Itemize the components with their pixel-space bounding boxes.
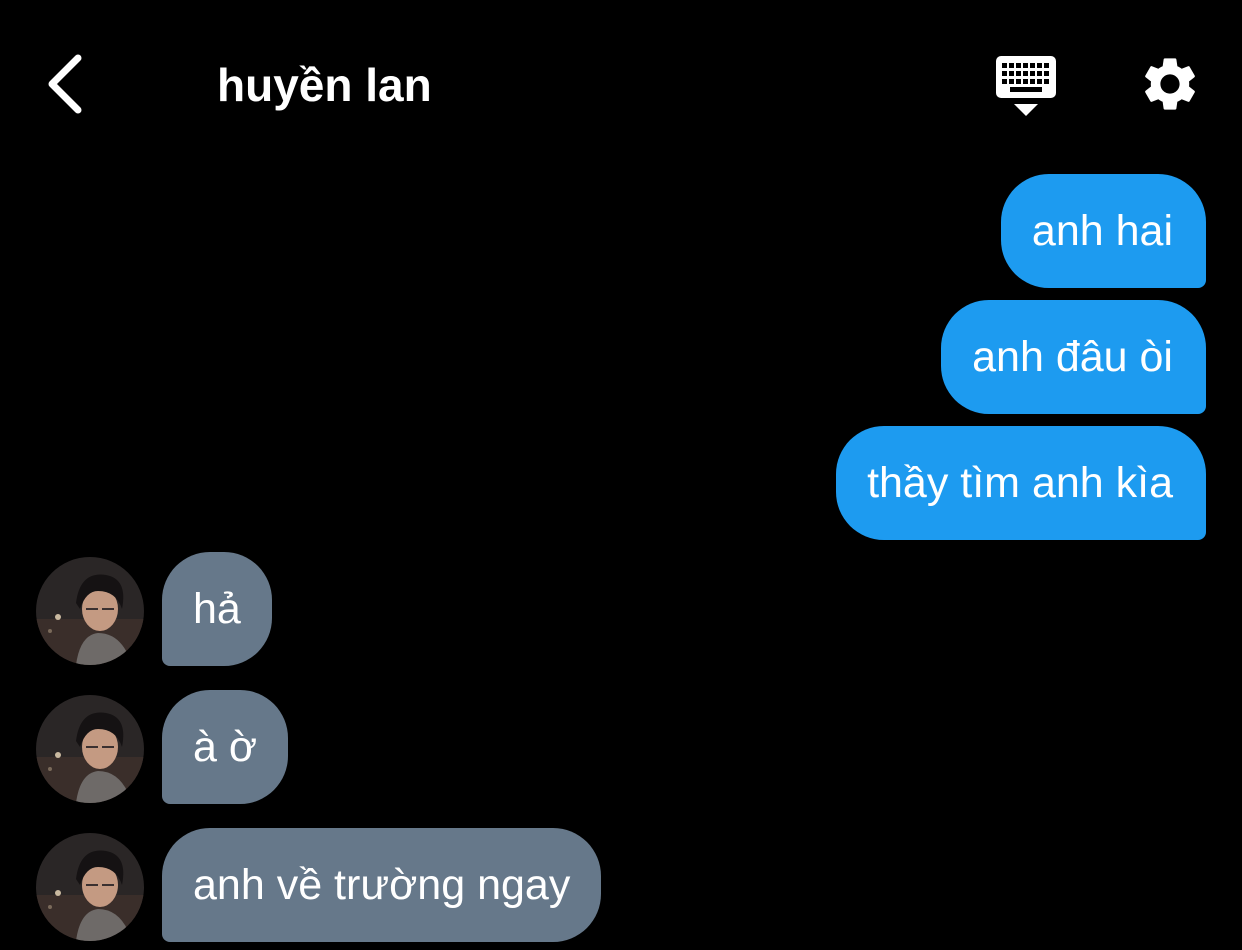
gear-icon <box>1145 58 1195 110</box>
message-text: thầy tìm anh kìa <box>867 458 1173 507</box>
message-text: à ờ <box>193 722 258 771</box>
outgoing-message[interactable]: thầy tìm anh kìa <box>836 426 1206 540</box>
chevron-left-icon <box>48 54 82 114</box>
conversation-title: huyền lan <box>217 59 432 111</box>
contact-avatar[interactable] <box>36 557 144 665</box>
incoming-message[interactable]: hả <box>162 552 272 666</box>
avatar-photo <box>36 557 144 665</box>
incoming-message[interactable]: à ờ <box>162 690 289 804</box>
message-text: anh đâu òi <box>972 332 1173 381</box>
message-text: anh về trường ngay <box>193 860 571 909</box>
outgoing-message[interactable]: anh hai <box>1000 174 1206 288</box>
avatar-photo <box>36 833 144 941</box>
contact-avatar[interactable] <box>36 695 144 803</box>
settings-button[interactable] <box>1138 52 1202 116</box>
message-text: hả <box>193 584 241 633</box>
back-button[interactable] <box>40 50 96 120</box>
outgoing-message[interactable]: anh đâu òi <box>941 300 1206 414</box>
keyboard-toggle-button[interactable] <box>992 52 1060 122</box>
avatar-photo <box>36 695 144 803</box>
keyboard-icon <box>996 56 1056 116</box>
message-text: anh hai <box>1031 206 1173 255</box>
contact-avatar[interactable] <box>36 833 144 941</box>
incoming-message[interactable]: anh về trường ngay <box>162 828 602 942</box>
